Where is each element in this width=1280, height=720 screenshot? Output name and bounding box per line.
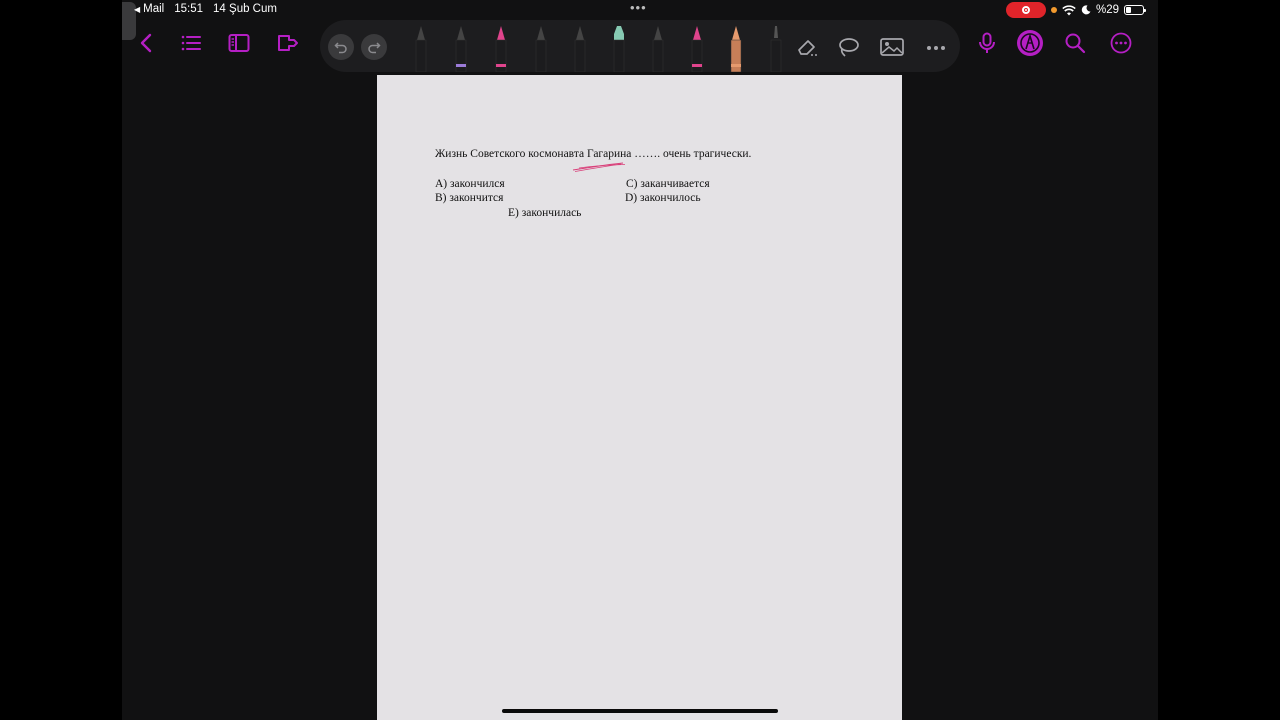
search-icon[interactable] <box>1062 30 1088 56</box>
chevron-left-icon[interactable] <box>134 30 160 56</box>
battery-icon <box>1124 5 1146 15</box>
pen-tool-tray <box>320 20 960 73</box>
option-c: C) заканчивается <box>626 178 710 190</box>
option-b: B) закончится <box>435 192 504 204</box>
eraser-icon[interactable] <box>794 35 822 59</box>
tool-fountain-pen-purple[interactable] <box>451 24 471 73</box>
export-icon[interactable] <box>274 30 300 56</box>
microphone-in-use-dot <box>1050 7 1057 13</box>
microphone-icon[interactable] <box>974 30 1000 56</box>
document-page[interactable]: Жизнь Советского космонавта Гагарина …….… <box>377 75 902 720</box>
status-bar: ◀ Mail 15:51 14 Şub Cum ••• %29 <box>122 0 1158 20</box>
list-icon[interactable] <box>178 30 204 56</box>
sidebar-icon[interactable] <box>226 30 252 56</box>
image-icon[interactable] <box>878 35 906 59</box>
tool-ballpoint-pink[interactable] <box>491 24 511 73</box>
tool-pencil-orange[interactable] <box>726 24 746 73</box>
lasso-icon[interactable] <box>834 35 862 59</box>
tool-highlighter-mint[interactable] <box>609 24 629 73</box>
redo-button[interactable] <box>361 34 387 60</box>
pencil-mode-icon[interactable] <box>1016 29 1044 57</box>
multitasking-dots-icon[interactable]: ••• <box>630 1 647 14</box>
screen-recording-indicator[interactable] <box>1005 2 1046 18</box>
tool-calligraphy-pen[interactable] <box>766 24 786 73</box>
back-to-app[interactable]: ◀ Mail <box>134 3 164 15</box>
status-date: 14 Şub Cum <box>213 3 277 15</box>
option-d: D) закончилось <box>625 192 701 204</box>
more-circle-icon[interactable] <box>1108 30 1134 56</box>
pink-underline-annotation <box>572 162 626 172</box>
home-indicator[interactable] <box>502 709 778 713</box>
tool-fountain-pen[interactable] <box>411 24 431 73</box>
ipad-screen: ◀ Mail 15:51 14 Şub Cum ••• %29 Жизнь Со… <box>122 0 1158 720</box>
more-icon[interactable] <box>922 35 950 59</box>
wifi-icon <box>1062 4 1076 15</box>
undo-button[interactable] <box>328 34 354 60</box>
back-triangle-icon: ◀ <box>134 4 141 14</box>
record-icon <box>1021 6 1030 14</box>
battery-fill <box>1126 7 1131 13</box>
redo-icon <box>368 42 381 54</box>
tool-marker-black[interactable] <box>648 24 668 73</box>
tool-brush-pen[interactable] <box>531 24 551 73</box>
back-app-label: Mail <box>143 3 165 15</box>
status-time: 15:51 <box>174 3 204 15</box>
option-a: A) закончился <box>435 178 505 190</box>
option-e: E) закончилась <box>508 207 582 219</box>
battery-percentage: %29 <box>1095 4 1119 16</box>
tool-fineliner[interactable] <box>570 24 590 73</box>
undo-icon <box>334 42 347 54</box>
moon-icon <box>1081 5 1091 15</box>
tool-pencil-pink[interactable] <box>687 24 707 73</box>
